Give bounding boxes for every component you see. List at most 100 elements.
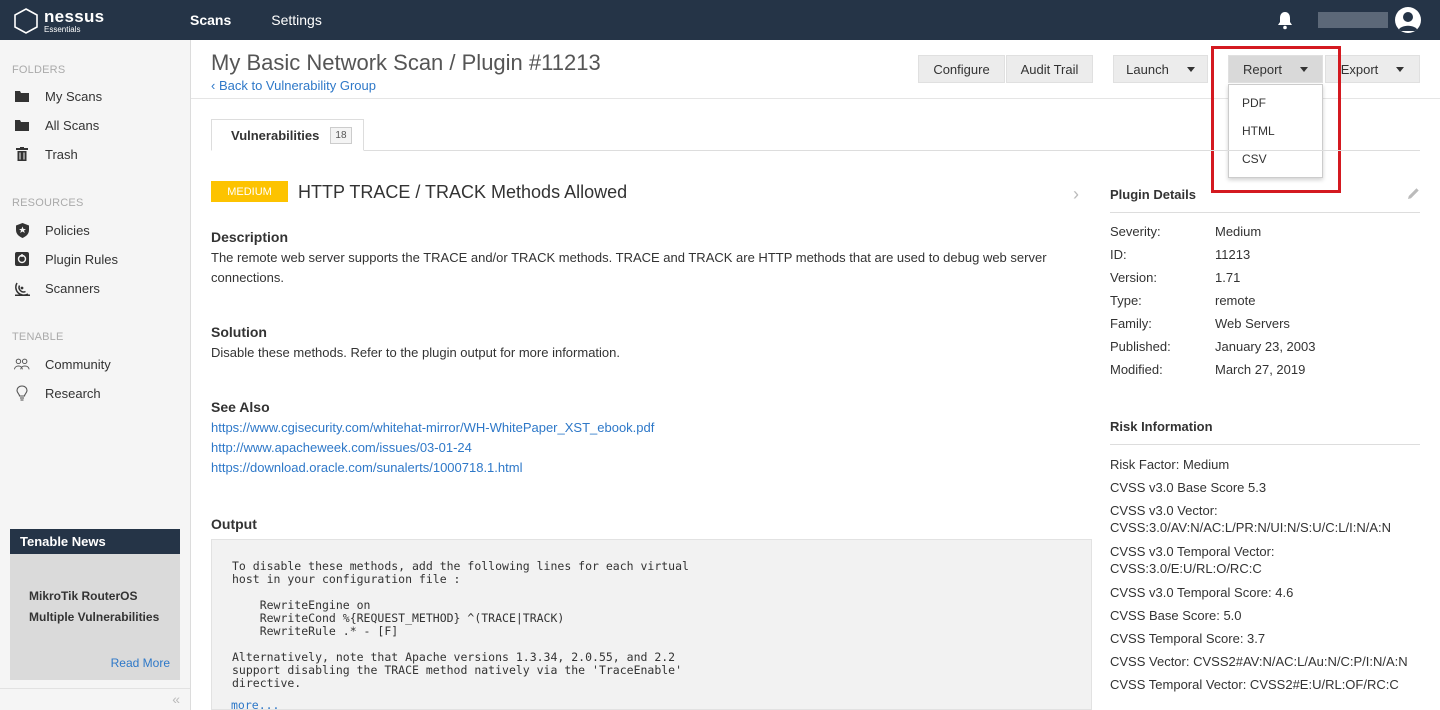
see-also-heading: See Also	[211, 399, 270, 415]
cvss3-temporal-score: CVSS v3.0 Temporal Score: 4.6	[1110, 585, 1294, 600]
news-headline-line: MikroTik RouterOS	[29, 589, 138, 603]
cvss-base-score: CVSS Base Score: 5.0	[1110, 608, 1242, 623]
username-redacted[interactable]	[1318, 12, 1388, 28]
detail-label: ID:	[1110, 247, 1127, 262]
risk-factor: Risk Factor: Medium	[1110, 457, 1230, 472]
solution-text: Disable these methods. Refer to the plug…	[211, 345, 620, 360]
sidebar-item-scanners[interactable]: Scanners	[14, 278, 100, 298]
output-more-link[interactable]: more...	[231, 698, 279, 710]
cvss3-temporal-vector-label: CVSS v3.0 Temporal Vector:	[1110, 544, 1275, 559]
caret-down-icon	[1396, 66, 1405, 72]
cvss3-temporal-vector: CVSS:3.0/E:U/RL:O/RC:C	[1110, 561, 1262, 576]
plugin-output-text: To disable these methods, add the follow…	[232, 559, 689, 690]
detail-value: 1.71	[1215, 270, 1241, 285]
plugin-rules-icon	[14, 251, 30, 267]
edit-pencil-icon[interactable]	[1407, 187, 1420, 200]
see-also-link[interactable]: http://www.apacheweek.com/issues/03-01-2…	[211, 440, 472, 455]
risk-information-divider	[1110, 444, 1420, 445]
caret-down-icon	[1186, 66, 1195, 72]
trash-icon	[14, 146, 30, 162]
solution-heading: Solution	[211, 324, 267, 340]
nessus-logo[interactable]: nessus Essentials	[12, 6, 104, 36]
detail-label: Family:	[1110, 316, 1152, 331]
brand-name: nessus	[44, 7, 105, 26]
shield-icon	[14, 222, 30, 238]
launch-button[interactable]: Launch	[1113, 55, 1208, 83]
configure-button[interactable]: Configure	[918, 55, 1005, 83]
report-menu-item-csv[interactable]: CSV	[1242, 152, 1267, 166]
caret-down-icon	[1300, 66, 1309, 72]
sidebar-item-label: All Scans	[45, 117, 100, 133]
folder-icon	[14, 117, 30, 133]
sidebar-item-label: Plugin Rules	[45, 251, 118, 267]
tenable-section-title: TENABLE	[12, 331, 64, 343]
detail-label: Published:	[1110, 339, 1171, 354]
nav-scans[interactable]: Scans	[190, 12, 231, 28]
risk-information-title: Risk Information	[1110, 419, 1213, 434]
user-avatar-icon[interactable]	[1395, 7, 1421, 33]
sidebar-item-plugin-rules[interactable]: Plugin Rules	[14, 249, 118, 269]
tab-row-divider	[211, 150, 1420, 151]
detail-label: Severity:	[1110, 224, 1161, 239]
cvss3-vector-label: CVSS v3.0 Vector:	[1110, 503, 1218, 518]
detail-value: 11213	[1215, 247, 1251, 262]
sidebar-item-label: My Scans	[45, 88, 103, 104]
news-headline[interactable]: MikroTik RouterOS Multiple Vulnerabiliti…	[10, 554, 180, 628]
detail-value: March 27, 2019	[1215, 362, 1306, 377]
tab-label: Vulnerabilities	[231, 127, 320, 143]
collapse-sidebar-icon[interactable]: «	[0, 688, 190, 710]
nessus-hexagon-icon	[14, 8, 38, 34]
see-also-link[interactable]: https://www.cgisecurity.com/whitehat-mir…	[211, 420, 654, 435]
cvss-temporal-vector: CVSS Temporal Vector: CVSS2#E:U/RL:OF/RC…	[1110, 677, 1399, 692]
configure-label: Configure	[933, 61, 990, 77]
sidebar-item-label: Trash	[45, 146, 78, 162]
top-bar: nessus Essentials Scans Settings	[0, 0, 1440, 40]
detail-value: January 23, 2003	[1215, 339, 1316, 354]
news-title: Tenable News	[10, 529, 180, 554]
sidebar-item-community[interactable]: Community	[14, 354, 111, 374]
cvss3-vector: CVSS:3.0/AV:N/AC:L/PR:N/UI:N/S:U/C:L/I:N…	[1110, 520, 1392, 535]
cvss3-base-score: CVSS v3.0 Base Score 5.3	[1110, 480, 1267, 495]
top-nav: Scans Settings	[190, 0, 362, 40]
export-button[interactable]: Export	[1325, 55, 1420, 83]
detail-value: Medium	[1215, 224, 1262, 239]
sidebar-item-my-scans[interactable]: My Scans	[14, 86, 102, 106]
vulnerability-title: HTTP TRACE / TRACK Methods Allowed	[298, 182, 628, 202]
nav-settings[interactable]: Settings	[271, 12, 322, 28]
audit-trail-button[interactable]: Audit Trail	[1006, 55, 1093, 83]
folder-icon	[14, 88, 30, 104]
detail-value: Web Servers	[1215, 316, 1290, 331]
sidebar-item-all-scans[interactable]: All Scans	[14, 115, 99, 135]
page-title: My Basic Network Scan / Plugin #11213	[211, 50, 601, 75]
chevron-right-icon[interactable]: ›	[1073, 184, 1079, 205]
launch-label: Launch	[1126, 61, 1169, 77]
plugin-details-divider	[1110, 212, 1420, 213]
audit-trail-label: Audit Trail	[1020, 61, 1079, 77]
description-text: The remote web server supports the TRACE…	[211, 250, 1047, 285]
back-to-vulnerability-group-link[interactable]: ‹ Back to Vulnerability Group	[211, 78, 376, 93]
export-label: Export	[1340, 61, 1379, 77]
report-button[interactable]: Report	[1228, 55, 1323, 83]
tab-vulnerabilities[interactable]: Vulnerabilities 18	[211, 119, 364, 151]
tenable-news-widget: Tenable News MikroTik RouterOS Multiple …	[10, 529, 180, 680]
report-dropdown-menu: PDF HTML CSV	[1228, 84, 1323, 178]
severity-badge: MEDIUM	[211, 181, 288, 202]
sidebar-item-trash[interactable]: Trash	[14, 144, 78, 164]
folders-section-title: FOLDERS	[12, 64, 66, 76]
detail-label: Type:	[1110, 293, 1142, 308]
news-headline-line: Multiple Vulnerabilities	[29, 610, 160, 624]
sidebar-item-research[interactable]: Research	[14, 383, 101, 403]
sidebar-item-policies[interactable]: Policies	[14, 220, 90, 240]
plugin-details-title: Plugin Details	[1110, 187, 1196, 202]
sidebar: FOLDERS My Scans All Scans Trash RESOURC…	[0, 40, 191, 710]
see-also-link[interactable]: https://download.oracle.com/sunalerts/10…	[211, 460, 522, 475]
description-heading: Description	[211, 229, 289, 245]
report-menu-item-pdf[interactable]: PDF	[1242, 96, 1266, 110]
news-read-more-link[interactable]: Read More	[111, 656, 170, 670]
output-heading: Output	[211, 516, 257, 532]
sidebar-item-label: Scanners	[45, 280, 100, 296]
plugin-output-box: To disable these methods, add the follow…	[211, 539, 1092, 710]
detail-label: Version:	[1110, 270, 1157, 285]
report-menu-item-html[interactable]: HTML	[1242, 124, 1275, 138]
notifications-bell-icon[interactable]	[1276, 10, 1294, 30]
